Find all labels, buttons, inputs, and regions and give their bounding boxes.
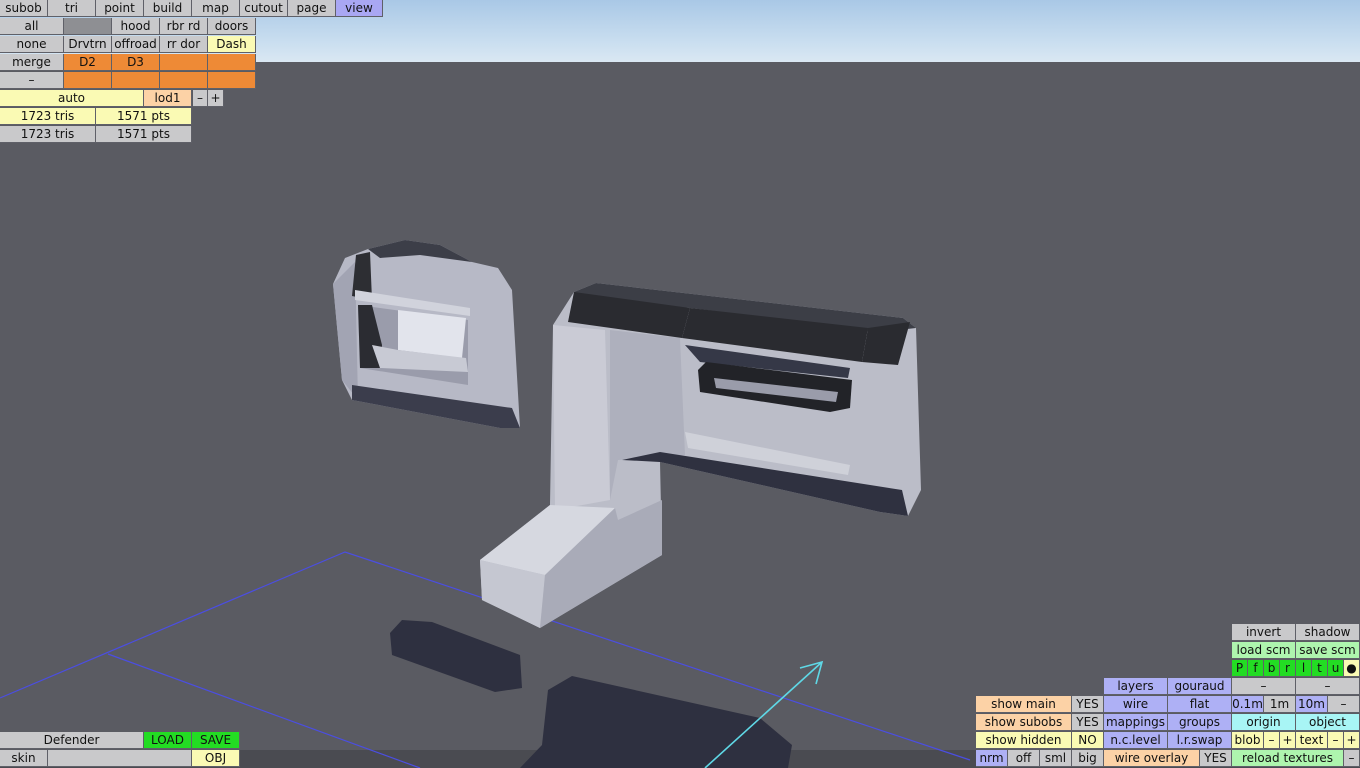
total-point-count: 1571 pts: [96, 126, 192, 143]
groups-button[interactable]: groups: [1168, 714, 1232, 731]
grid-0-1m-button[interactable]: 0.1m: [1232, 696, 1264, 713]
format-obj-button[interactable]: OBJ: [192, 750, 240, 767]
subob-merge[interactable]: merge: [0, 54, 64, 71]
subob-doors[interactable]: doors: [208, 18, 256, 35]
menu-point[interactable]: point: [96, 0, 144, 17]
menu-view[interactable]: view: [336, 0, 383, 17]
show-subobs-label[interactable]: show subobs: [976, 714, 1072, 731]
grid-10m-button[interactable]: 10m: [1296, 696, 1328, 713]
subob-d2[interactable]: D2: [64, 54, 112, 71]
subob-blank[interactable]: [64, 18, 112, 35]
lod-auto-button[interactable]: auto: [0, 90, 144, 107]
lod-plus-button[interactable]: +: [208, 90, 224, 107]
text-minus-button[interactable]: –: [1328, 732, 1344, 749]
subob-none[interactable]: none: [0, 36, 64, 53]
subob-minus[interactable]: –: [0, 72, 64, 89]
show-main-label[interactable]: show main: [976, 696, 1072, 713]
view-f-button[interactable]: f: [1248, 660, 1264, 677]
subob-dash[interactable]: Dash: [208, 36, 256, 53]
save-scm-button[interactable]: save scm: [1296, 642, 1360, 659]
subob-drvtrn[interactable]: Drvtrn: [64, 36, 112, 53]
blank-minus-1-button[interactable]: –: [1232, 678, 1296, 695]
total-tri-count: 1723 tris: [0, 126, 96, 143]
wire-overlay-toggle[interactable]: YES: [1200, 750, 1232, 767]
subob-slot-r4-5[interactable]: [208, 72, 256, 89]
nc-level-button[interactable]: n.c.level: [1104, 732, 1168, 749]
flat-button[interactable]: flat: [1168, 696, 1232, 713]
invert-button[interactable]: invert: [1232, 624, 1296, 641]
wire-overlay-label[interactable]: wire overlay: [1104, 750, 1200, 767]
view-b-button[interactable]: b: [1264, 660, 1280, 677]
model-name-field[interactable]: Defender: [0, 732, 144, 749]
size-sml-button[interactable]: sml: [1040, 750, 1072, 767]
origin-button[interactable]: origin: [1232, 714, 1296, 731]
subob-slot-r3-4[interactable]: [160, 54, 208, 71]
text-plus-button[interactable]: +: [1344, 732, 1360, 749]
show-hidden-toggle[interactable]: NO: [1072, 732, 1104, 749]
lod-minus-button[interactable]: –: [193, 90, 208, 107]
gouraud-button[interactable]: gouraud: [1168, 678, 1232, 695]
point-count: 1571 pts: [96, 108, 192, 125]
grid-minus-button[interactable]: –: [1328, 696, 1360, 713]
load-button[interactable]: LOAD: [144, 732, 192, 749]
subob-d3[interactable]: D3: [112, 54, 160, 71]
view-r-button[interactable]: r: [1280, 660, 1296, 677]
show-hidden-label[interactable]: show hidden: [976, 732, 1072, 749]
tri-count: 1723 tris: [0, 108, 96, 125]
lr-swap-button[interactable]: l.r.swap: [1168, 732, 1232, 749]
layers-button[interactable]: layers: [1104, 678, 1168, 695]
subob-slot-r3-5[interactable]: [208, 54, 256, 71]
subob-offroad[interactable]: offroad: [112, 36, 160, 53]
reload-textures-button[interactable]: reload textures: [1232, 750, 1344, 767]
menu-subob[interactable]: subob: [0, 0, 48, 17]
menu-page[interactable]: page: [288, 0, 336, 17]
save-button[interactable]: SAVE: [192, 732, 240, 749]
view-u-button[interactable]: u: [1328, 660, 1344, 677]
subob-all[interactable]: all: [0, 18, 64, 35]
menu-tri[interactable]: tri: [48, 0, 96, 17]
skin-label: skin: [0, 750, 48, 767]
subob-rr-dor[interactable]: rr dor: [160, 36, 208, 53]
show-subobs-toggle[interactable]: YES: [1072, 714, 1104, 731]
lod-level-button[interactable]: lod1: [144, 90, 192, 107]
subob-slot-r4-3[interactable]: [112, 72, 160, 89]
blob-plus-button[interactable]: +: [1280, 732, 1296, 749]
text-button[interactable]: text: [1296, 732, 1328, 749]
menu-map[interactable]: map: [192, 0, 240, 17]
reload-minus-button[interactable]: –: [1344, 750, 1360, 767]
blob-button[interactable]: blob: [1232, 732, 1264, 749]
view-l-button[interactable]: l: [1296, 660, 1312, 677]
view-p-button[interactable]: P: [1232, 660, 1248, 677]
blank-minus-2-button[interactable]: –: [1296, 678, 1360, 695]
wire-button[interactable]: wire: [1104, 696, 1168, 713]
shadow-button[interactable]: shadow: [1296, 624, 1360, 641]
load-scm-button[interactable]: load scm: [1232, 642, 1296, 659]
mappings-button[interactable]: mappings: [1104, 714, 1168, 731]
grid-1m-button[interactable]: 1m: [1264, 696, 1296, 713]
show-main-toggle[interactable]: YES: [1072, 696, 1104, 713]
object-button[interactable]: object: [1296, 714, 1360, 731]
size-off-button[interactable]: off: [1008, 750, 1040, 767]
view-dot-icon[interactable]: ●: [1344, 660, 1360, 677]
subob-rbr-rd[interactable]: rbr rd: [160, 18, 208, 35]
subob-slot-r4-2[interactable]: [64, 72, 112, 89]
subob-hood[interactable]: hood: [112, 18, 160, 35]
blob-minus-button[interactable]: –: [1264, 732, 1280, 749]
skin-field[interactable]: [48, 750, 192, 767]
size-nrm-button[interactable]: nrm: [976, 750, 1008, 767]
size-big-button[interactable]: big: [1072, 750, 1104, 767]
subob-slot-r4-4[interactable]: [160, 72, 208, 89]
view-t-button[interactable]: t: [1312, 660, 1328, 677]
menu-build[interactable]: build: [144, 0, 192, 17]
menu-cutout[interactable]: cutout: [240, 0, 288, 17]
